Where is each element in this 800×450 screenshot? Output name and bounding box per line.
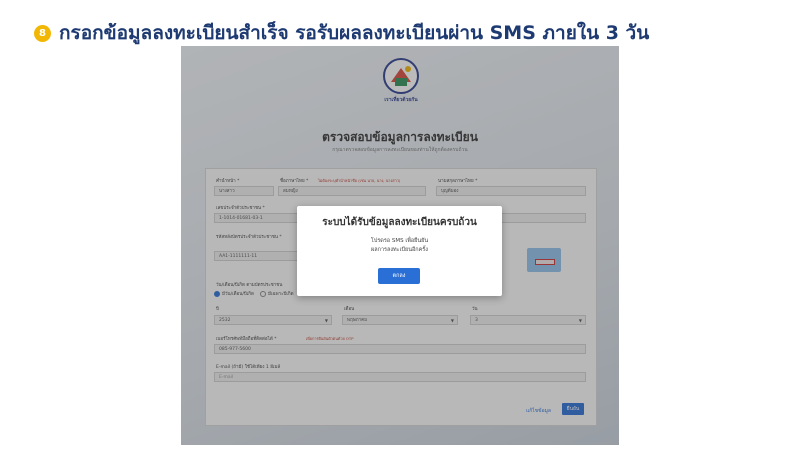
success-dialog: ระบบได้รับข้อมูลลงทะเบียนครบถ้วน โปรดรอ …	[297, 206, 502, 296]
dialog-message-line1: โปรดรอ SMS เพื่อยืนยัน	[370, 238, 429, 244]
dialog-ok-button[interactable]: ตกลง	[378, 268, 420, 284]
dialog-title: ระบบได้รับข้อมูลลงทะเบียนครบถ้วน	[322, 217, 477, 228]
page-title: กรอกข้อมูลลงทะเบียนสำเร็จ รอรับผลลงทะเบี…	[59, 22, 650, 44]
step-badge: 8	[34, 24, 51, 42]
registration-screenshot: เราเที่ยวด้วยกัน ตรวจสอบข้อมูลการลงทะเบี…	[181, 46, 619, 445]
dialog-message-line2: ผลการลงทะเบียนอีกครั้ง	[371, 247, 428, 253]
step-title: 8 กรอกข้อมูลลงทะเบียนสำเร็จ รอรับผลลงทะเ…	[34, 18, 649, 48]
